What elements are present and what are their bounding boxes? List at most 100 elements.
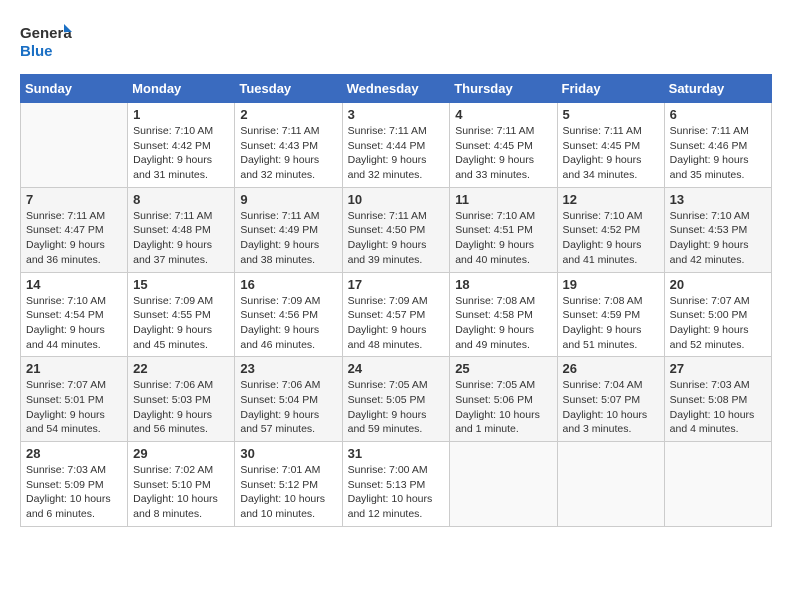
day-number: 20 [670,277,766,292]
day-number: 4 [455,107,551,122]
day-info: Sunrise: 7:11 AM Sunset: 4:48 PM Dayligh… [133,209,229,268]
day-number: 30 [240,446,336,461]
weekday-header-monday: Monday [128,75,235,103]
day-number: 15 [133,277,229,292]
calendar-cell: 12 Sunrise: 7:10 AM Sunset: 4:52 PM Dayli… [557,187,664,272]
day-info: Sunrise: 7:10 AM Sunset: 4:42 PM Dayligh… [133,124,229,183]
calendar-cell [450,442,557,527]
day-info: Sunrise: 7:06 AM Sunset: 5:04 PM Dayligh… [240,378,336,437]
header: General Blue [20,20,772,64]
day-number: 3 [348,107,445,122]
weekday-header-tuesday: Tuesday [235,75,342,103]
calendar-cell: 21 Sunrise: 7:07 AM Sunset: 5:01 PM Dayli… [21,357,128,442]
weekday-header-saturday: Saturday [664,75,771,103]
day-number: 23 [240,361,336,376]
week-row-3: 14 Sunrise: 7:10 AM Sunset: 4:54 PM Dayli… [21,272,772,357]
calendar-cell: 18 Sunrise: 7:08 AM Sunset: 4:58 PM Dayli… [450,272,557,357]
day-number: 8 [133,192,229,207]
day-info: Sunrise: 7:04 AM Sunset: 5:07 PM Dayligh… [563,378,659,437]
day-number: 27 [670,361,766,376]
calendar-cell: 28 Sunrise: 7:03 AM Sunset: 5:09 PM Dayli… [21,442,128,527]
day-info: Sunrise: 7:10 AM Sunset: 4:51 PM Dayligh… [455,209,551,268]
day-number: 6 [670,107,766,122]
calendar-cell: 26Sunrise: 7:04 AM Sunset: 5:07 PM Dayli… [557,357,664,442]
calendar-cell: 27Sunrise: 7:03 AM Sunset: 5:08 PM Dayli… [664,357,771,442]
calendar-cell: 25Sunrise: 7:05 AM Sunset: 5:06 PM Dayli… [450,357,557,442]
calendar-cell: 9Sunrise: 7:11 AM Sunset: 4:49 PM Daylig… [235,187,342,272]
day-number: 1 [133,107,229,122]
day-number: 16 [240,277,336,292]
day-number: 5 [563,107,659,122]
calendar-cell [557,442,664,527]
day-number: 2 [240,107,336,122]
calendar-cell: 10Sunrise: 7:11 AM Sunset: 4:50 PM Dayli… [342,187,450,272]
day-info: Sunrise: 7:05 AM Sunset: 5:05 PM Dayligh… [348,378,445,437]
week-row-2: 7 Sunrise: 7:11 AM Sunset: 4:47 PM Daylig… [21,187,772,272]
calendar-cell: 29 Sunrise: 7:02 AM Sunset: 5:10 PM Dayli… [128,442,235,527]
day-info: Sunrise: 7:10 AM Sunset: 4:54 PM Dayligh… [26,294,122,353]
day-info: Sunrise: 7:08 AM Sunset: 4:59 PM Dayligh… [563,294,659,353]
calendar-cell: 23 Sunrise: 7:06 AM Sunset: 5:04 PM Dayli… [235,357,342,442]
day-number: 28 [26,446,122,461]
calendar-cell: 2 Sunrise: 7:11 AM Sunset: 4:43 PM Daylig… [235,103,342,188]
logo-wrap: General Blue [20,20,72,64]
logo-icon: General Blue [20,20,72,64]
day-number: 17 [348,277,445,292]
day-info: Sunrise: 7:11 AM Sunset: 4:49 PM Dayligh… [240,209,336,268]
calendar-cell: 11 Sunrise: 7:10 AM Sunset: 4:51 PM Dayli… [450,187,557,272]
day-number: 14 [26,277,122,292]
day-info: Sunrise: 7:09 AM Sunset: 4:56 PM Dayligh… [240,294,336,353]
day-number: 29 [133,446,229,461]
day-number: 12 [563,192,659,207]
calendar-cell [21,103,128,188]
calendar-cell: 13Sunrise: 7:10 AM Sunset: 4:53 PM Dayli… [664,187,771,272]
day-number: 31 [348,446,445,461]
day-number: 22 [133,361,229,376]
calendar-cell: 3 Sunrise: 7:11 AM Sunset: 4:44 PM Daylig… [342,103,450,188]
svg-text:Blue: Blue [20,43,53,60]
calendar-cell: 24 Sunrise: 7:05 AM Sunset: 5:05 PM Dayli… [342,357,450,442]
day-number: 25 [455,361,551,376]
day-info: Sunrise: 7:02 AM Sunset: 5:10 PM Dayligh… [133,463,229,522]
day-info: Sunrise: 7:09 AM Sunset: 4:55 PM Dayligh… [133,294,229,353]
calendar-cell: 14 Sunrise: 7:10 AM Sunset: 4:54 PM Dayli… [21,272,128,357]
calendar-cell: 20 Sunrise: 7:07 AM Sunset: 5:00 PM Dayli… [664,272,771,357]
calendar-cell: 17Sunrise: 7:09 AM Sunset: 4:57 PM Dayli… [342,272,450,357]
day-number: 24 [348,361,445,376]
day-number: 11 [455,192,551,207]
calendar-cell: 8 Sunrise: 7:11 AM Sunset: 4:48 PM Daylig… [128,187,235,272]
calendar-cell: 1 Sunrise: 7:10 AM Sunset: 4:42 PM Daylig… [128,103,235,188]
logo: General Blue [20,20,72,64]
day-info: Sunrise: 7:11 AM Sunset: 4:45 PM Dayligh… [455,124,551,183]
day-number: 13 [670,192,766,207]
day-info: Sunrise: 7:11 AM Sunset: 4:50 PM Dayligh… [348,209,445,268]
day-info: Sunrise: 7:07 AM Sunset: 5:00 PM Dayligh… [670,294,766,353]
weekday-header-row: SundayMondayTuesdayWednesdayThursdayFrid… [21,75,772,103]
calendar-cell: 6Sunrise: 7:11 AM Sunset: 4:46 PM Daylig… [664,103,771,188]
calendar-cell: 31 Sunrise: 7:00 AM Sunset: 5:13 PM Dayli… [342,442,450,527]
day-info: Sunrise: 7:03 AM Sunset: 5:09 PM Dayligh… [26,463,122,522]
day-number: 18 [455,277,551,292]
day-number: 7 [26,192,122,207]
day-info: Sunrise: 7:11 AM Sunset: 4:47 PM Dayligh… [26,209,122,268]
weekday-header-sunday: Sunday [21,75,128,103]
calendar-cell: 22Sunrise: 7:06 AM Sunset: 5:03 PM Dayli… [128,357,235,442]
day-info: Sunrise: 7:11 AM Sunset: 4:43 PM Dayligh… [240,124,336,183]
calendar-cell: 19Sunrise: 7:08 AM Sunset: 4:59 PM Dayli… [557,272,664,357]
page-container: General Blue SundayMondayTuesdayWednesda… [20,20,772,527]
week-row-4: 21 Sunrise: 7:07 AM Sunset: 5:01 PM Dayli… [21,357,772,442]
day-info: Sunrise: 7:08 AM Sunset: 4:58 PM Dayligh… [455,294,551,353]
weekday-header-thursday: Thursday [450,75,557,103]
calendar-table: SundayMondayTuesdayWednesdayThursdayFrid… [20,74,772,527]
calendar-cell [664,442,771,527]
day-number: 21 [26,361,122,376]
calendar-cell: 15 Sunrise: 7:09 AM Sunset: 4:55 PM Dayli… [128,272,235,357]
day-info: Sunrise: 7:07 AM Sunset: 5:01 PM Dayligh… [26,378,122,437]
day-info: Sunrise: 7:00 AM Sunset: 5:13 PM Dayligh… [348,463,445,522]
day-info: Sunrise: 7:11 AM Sunset: 4:44 PM Dayligh… [348,124,445,183]
calendar-cell: 4 Sunrise: 7:11 AM Sunset: 4:45 PM Daylig… [450,103,557,188]
day-info: Sunrise: 7:01 AM Sunset: 5:12 PM Dayligh… [240,463,336,522]
weekday-header-friday: Friday [557,75,664,103]
day-info: Sunrise: 7:10 AM Sunset: 4:52 PM Dayligh… [563,209,659,268]
calendar-cell: 30 Sunrise: 7:01 AM Sunset: 5:12 PM Dayli… [235,442,342,527]
